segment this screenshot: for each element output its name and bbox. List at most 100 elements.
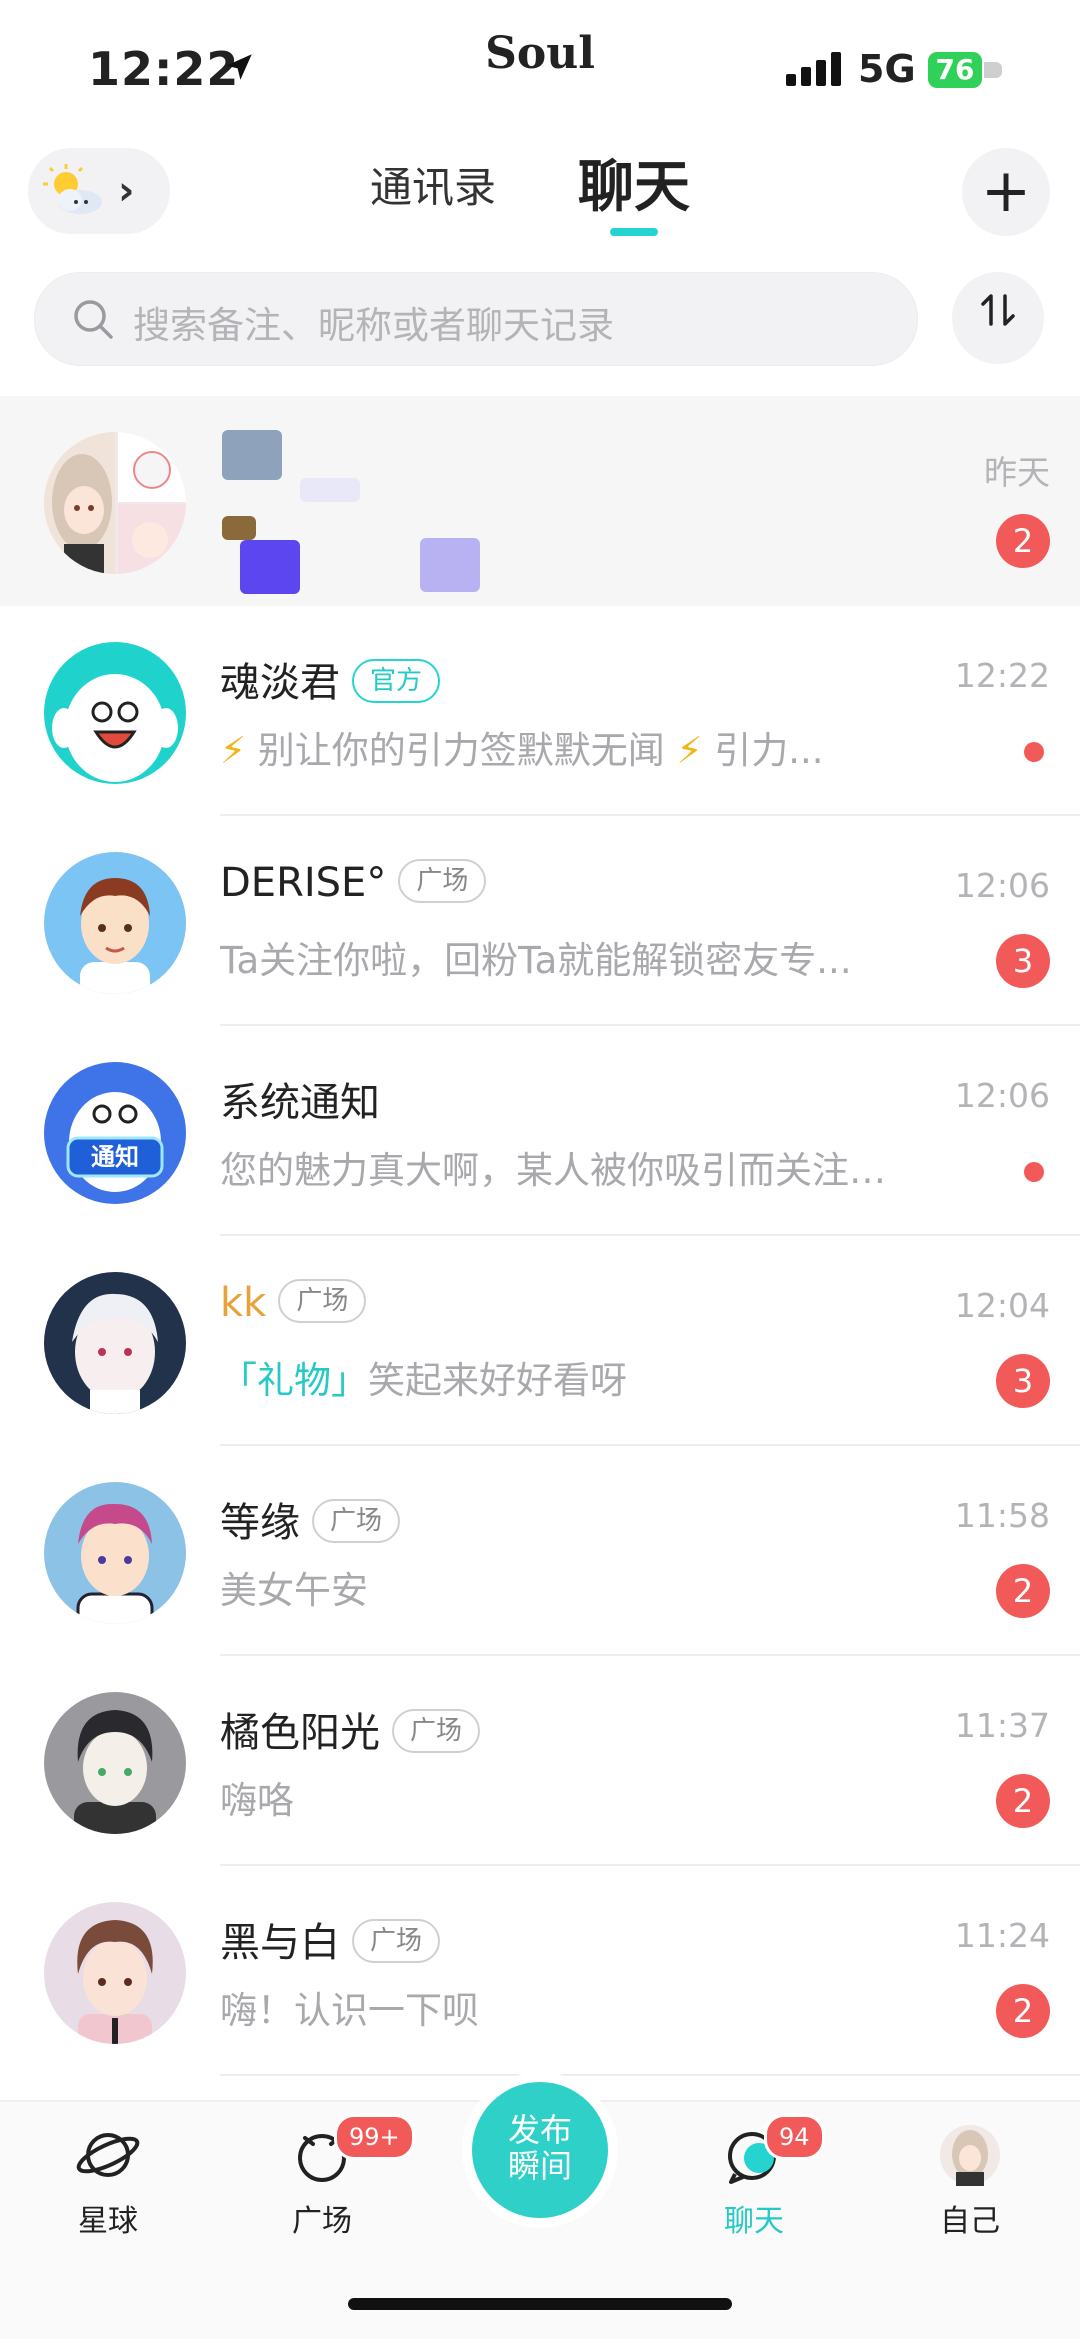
contact-name: kk 广场 — [220, 1279, 367, 1327]
network-type: 5G — [858, 47, 916, 91]
contact-name: 橘色阳光 广场 — [220, 1700, 481, 1758]
message-time: 12:06 — [954, 866, 1050, 905]
contact-name-text: 等缘 — [220, 1500, 300, 1546]
nav-label: 自己 — [940, 2204, 1000, 2239]
post-label-line2: 瞬间 — [507, 2147, 572, 2185]
message-time: 12:06 — [954, 1076, 1050, 1115]
message-preview: 嗨！认识一下呗 — [220, 1989, 479, 2032]
contact-name: 黑与白 广场 — [220, 1910, 441, 1968]
unread-dot — [1024, 742, 1044, 762]
battery-level: 76 — [935, 53, 975, 86]
preview-text: 笑起来好好看呀 — [368, 1359, 627, 1402]
my-avatar — [940, 2125, 1000, 2186]
redacted-block — [240, 540, 300, 594]
square-tag: 广场 — [392, 1709, 481, 1753]
unread-badge: 2 — [996, 514, 1050, 568]
avatar: 通知 — [44, 1062, 186, 1204]
redacted-block — [222, 516, 256, 540]
conversation-row[interactable]: kk 广场 「礼物」笑起来好好看呀 12:04 3 — [0, 1236, 1080, 1446]
contact-name: 系统通知 — [220, 1080, 380, 1126]
home-indicator — [348, 2298, 732, 2310]
message-preview: 您的魅力真大啊，某人被你吸引而关注了... — [220, 1149, 910, 1192]
battery-icon: 76 — [928, 52, 982, 88]
app-name: Soul — [485, 28, 595, 79]
unread-badge: 3 — [996, 1354, 1050, 1408]
square-tag: 广场 — [312, 1499, 401, 1543]
message-preview: 嗨咯 — [220, 1779, 294, 1822]
conversation-row[interactable]: 黑与白 广场 嗨！认识一下呗 11:24 2 — [0, 1866, 1080, 2076]
svg-text:通知: 通知 — [91, 1143, 139, 1171]
message-preview: 「礼物」笑起来好好看呀 — [220, 1350, 910, 1404]
avatar — [44, 852, 186, 994]
weather-sun-cloud-icon — [42, 164, 106, 224]
message-preview: Ta关注你啦，回粉Ta就能解锁密友专... — [220, 939, 852, 982]
conversation-row[interactable]: 等缘 广场 美女午安 11:58 2 — [0, 1446, 1080, 1656]
signal-icon — [786, 52, 842, 90]
group-avatar — [44, 432, 186, 574]
lightning-icon: ⚡ — [676, 729, 703, 772]
unread-badge: 2 — [996, 1564, 1050, 1618]
contact-name-text: DERISE° — [220, 860, 387, 906]
message-time: 11:58 — [954, 1496, 1050, 1535]
message-time: 昨天 — [984, 453, 1050, 492]
message-time: 12:22 — [954, 656, 1050, 695]
redacted-block — [420, 538, 480, 592]
active-tab-indicator — [610, 228, 658, 236]
avatar — [44, 642, 186, 784]
contact-name-text: 黑与白 — [220, 1920, 340, 1966]
message-preview: ⚡ 别让你的引力签默默无闻 ⚡ 引力... — [220, 720, 910, 774]
message-time: 12:04 — [954, 1286, 1050, 1325]
sort-button[interactable] — [952, 272, 1044, 364]
conversation-list: 昨天 2 魂淡君官方 ⚡ 别让你的引力签默默无闻 ⚡ 引力... 12:22 — [0, 396, 1080, 2076]
avatar — [44, 1272, 186, 1414]
avatar — [44, 1692, 186, 1834]
chat-badge: 94 — [764, 2114, 825, 2160]
avatar — [44, 1482, 186, 1624]
contact-name: DERISE° 广场 — [220, 859, 487, 907]
lightning-icon: ⚡ — [220, 729, 246, 772]
square-badge: 99+ — [334, 2114, 415, 2160]
contact-name-text: kk — [220, 1280, 267, 1326]
official-tag: 官方 — [352, 659, 441, 703]
square-tag: 广场 — [398, 859, 487, 903]
redacted-name — [222, 430, 282, 480]
battery-tip — [984, 62, 1002, 78]
nav-me[interactable]: 自己 — [900, 2124, 1040, 2240]
square-tag: 广场 — [352, 1919, 441, 1963]
status-bar: 12:22 Soul 5G 76 — [0, 0, 1080, 130]
unread-badge: 3 — [996, 934, 1050, 988]
contact-name: 等缘 广场 — [220, 1490, 401, 1548]
gift-label: 「礼物」 — [220, 1359, 368, 1402]
unread-badge: 2 — [996, 1774, 1050, 1828]
planet-icon — [76, 2133, 140, 2177]
weather-button[interactable]: › — [28, 148, 170, 234]
message-time: 11:37 — [954, 1706, 1050, 1745]
unread-dot — [1024, 1162, 1044, 1182]
nav-label: 广场 — [292, 2204, 352, 2239]
conversation-row[interactable]: 魂淡君 官方 ⚡ 别让你的引力签默默无闻 ⚡ 引力... 12:22 — [0, 606, 1080, 816]
avatar — [44, 1902, 186, 2044]
nav-label: 聊天 — [724, 2204, 784, 2239]
header: › 通讯录 聊天 + — [0, 140, 1080, 250]
unread-badge: 2 — [996, 1984, 1050, 2038]
preview-text: 别让你的引力签默默无闻 — [257, 729, 665, 772]
search-input[interactable]: 搜索备注、昵称或者聊天记录 — [34, 272, 918, 366]
search-icon — [71, 297, 115, 345]
tab-chat[interactable]: 聊天 — [578, 142, 690, 223]
post-moment-button[interactable]: 发布 瞬间 — [472, 2082, 608, 2218]
chevron-right-icon: › — [118, 168, 135, 214]
message-time: 11:24 — [954, 1916, 1050, 1955]
conversation-row[interactable]: 通知 系统通知 您的魅力真大啊，某人被你吸引而关注了... 12:06 — [0, 1026, 1080, 1236]
conversation-row[interactable]: 昨天 2 — [0, 396, 1080, 606]
nav-planet[interactable]: 星球 — [38, 2124, 178, 2240]
divider — [220, 2074, 1080, 2076]
redacted-block — [300, 478, 360, 502]
contact-name-text: 魂淡君 — [220, 660, 340, 706]
contact-name: 魂淡君 官方 — [220, 650, 441, 708]
tab-contacts[interactable]: 通讯录 — [370, 154, 496, 215]
preview-text: 引力... — [714, 729, 824, 772]
search-placeholder: 搜索备注、昵称或者聊天记录 — [133, 304, 614, 347]
conversation-row[interactable]: 橘色阳光 广场 嗨咯 11:37 2 — [0, 1656, 1080, 1866]
conversation-row[interactable]: DERISE° 广场 Ta关注你啦，回粉Ta就能解锁密友专... 12:06 3 — [0, 816, 1080, 1026]
add-button[interactable]: + — [962, 148, 1050, 236]
